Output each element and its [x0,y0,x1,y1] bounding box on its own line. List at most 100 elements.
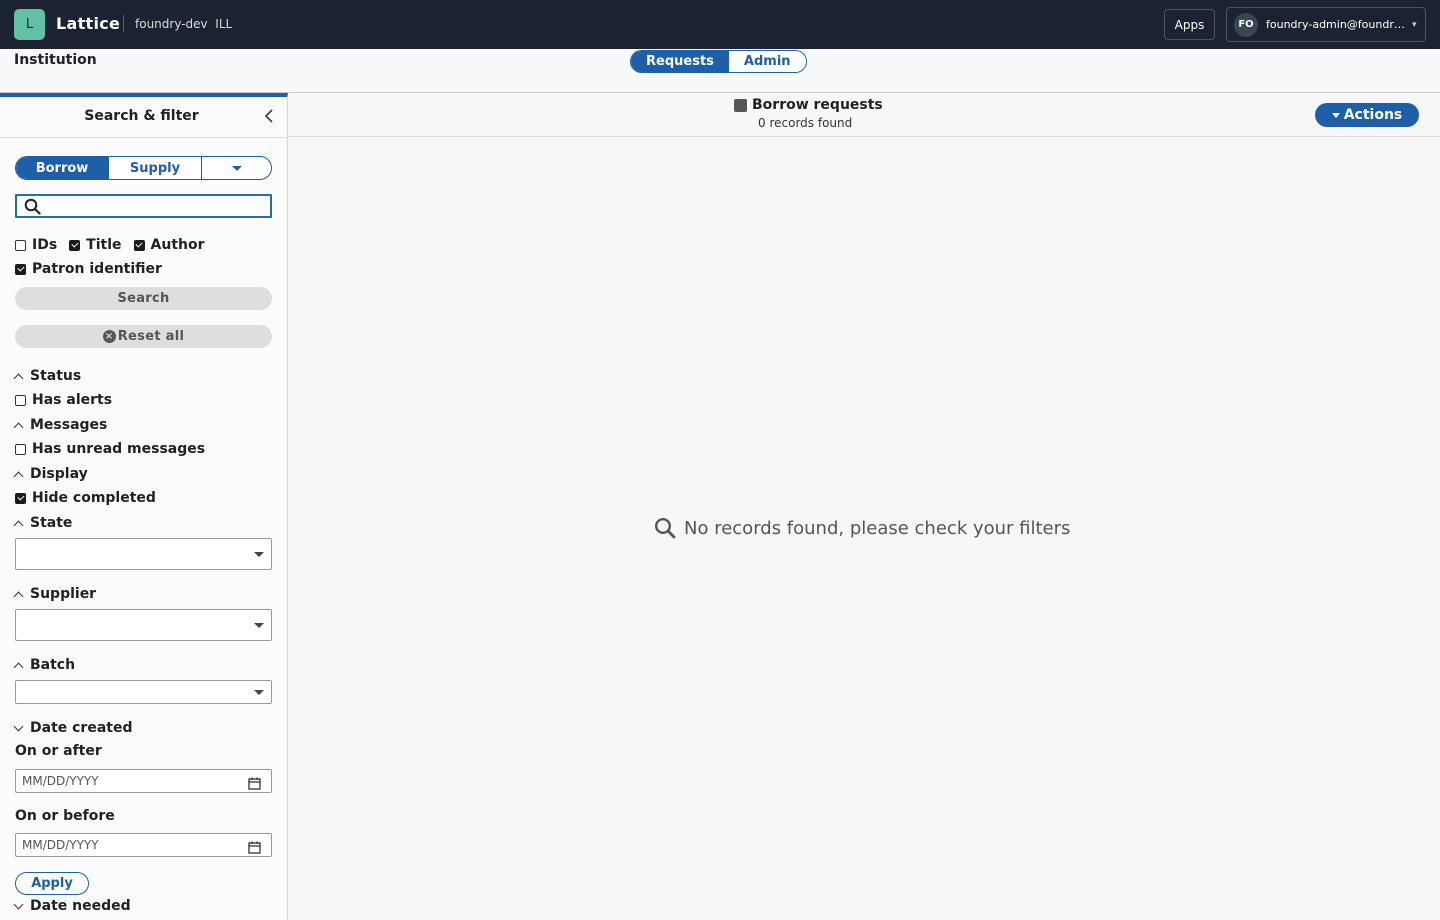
sidebar-title: Search & filter [84,108,199,124]
mode-toggle: Borrow Supply [15,156,272,180]
section-title: Date created [30,720,133,736]
divider [123,15,124,32]
section-title: Status [30,368,82,384]
reset-label: Reset all [117,329,185,344]
results-title-text: Borrow requests [752,97,883,113]
checkbox[interactable] [15,263,26,275]
checkbox-label: Hide completed [32,490,156,506]
requests-icon [734,98,747,112]
section-title: Supplier [30,586,97,602]
reset-all-button[interactable]: × Reset all [15,325,272,348]
section-title: Display [30,466,88,482]
section-title: Batch [30,657,76,673]
date-before-input[interactable]: MM/DD/YYYY [15,833,272,857]
checkbox-label: Patron identifier [32,261,162,277]
apply-button[interactable]: Apply [15,872,89,895]
search-field[interactable] [15,194,272,218]
tab-admin[interactable]: Admin [728,51,806,72]
chevron-down-icon [13,899,24,909]
date-placeholder: MM/DD/YYYY [22,774,99,788]
caret-down-icon: ▾ [1412,19,1417,30]
user-email: foundry-admin@foundry-l... [1266,18,1406,31]
checkbox-ids[interactable]: IDs [15,237,57,253]
calendar-icon[interactable] [248,775,261,794]
page-title: Institution [14,52,97,68]
results-title: Borrow requests [734,97,883,113]
checkbox-label: Author [150,237,205,253]
caret-down-icon [231,165,242,171]
user-menu-button[interactable]: FO foundry-admin@foundry-l... ▾ [1226,7,1426,42]
date-after-input[interactable]: MM/DD/YYYY [15,769,272,793]
results-count: 0 records found [758,116,853,130]
section-title: Messages [30,417,108,433]
checkbox-has-unread-messages[interactable]: Has unread messages [15,441,205,457]
caret-down-icon [254,690,264,695]
results-header: Borrow requests 0 records found Actions [288,93,1440,137]
filter-sidebar: Search & filter Borrow Supply IDs Title … [0,93,288,920]
checkbox[interactable] [15,443,26,455]
empty-state: No records found, please check your filt… [654,517,1070,539]
section-status-header[interactable]: Status [13,368,82,384]
actions-label: Actions [1343,107,1403,123]
checkbox[interactable] [15,492,26,504]
search-input[interactable] [47,197,267,215]
app-logo[interactable]: L [14,9,45,40]
tenant-label: foundry-dev ILL [135,17,233,31]
search-icon [654,517,676,539]
checkbox-label: Has unread messages [32,441,206,457]
section-title: Date needed [30,898,131,914]
chevron-down-icon [13,721,24,731]
search-fields-row: IDs Title Author [15,237,217,253]
caret-down-icon [1331,112,1340,118]
caret-down-icon [254,552,264,557]
chevron-up-icon [13,520,24,530]
checkbox-label: Has alerts [32,392,113,408]
section-date-created-header[interactable]: Date created [13,720,133,736]
mode-dropdown[interactable] [202,157,271,179]
date-placeholder: MM/DD/YYYY [22,838,99,852]
section-title: State [30,515,73,531]
supplier-select[interactable] [15,609,272,641]
caret-down-icon [254,623,264,628]
section-messages-header[interactable]: Messages [13,417,108,433]
chevron-up-icon [13,662,24,672]
tab-borrow[interactable]: Borrow [16,157,109,179]
search-button[interactable]: Search [15,287,272,310]
actions-button[interactable]: Actions [1315,103,1419,127]
chevron-left-icon[interactable] [264,109,274,127]
page-subheader: Institution Requests Admin [0,49,1440,93]
calendar-icon[interactable] [248,839,261,858]
date-after-label: On or after [15,743,102,759]
checkbox-label: IDs [32,237,58,253]
date-before-label: On or before [15,808,115,824]
checkbox-author[interactable]: Author [133,237,205,253]
results-pane: Borrow requests 0 records found Actions … [288,93,1440,920]
section-nav: Requests Admin [630,50,807,73]
checkbox-hide-completed[interactable]: Hide completed [15,490,156,506]
checkbox[interactable] [15,239,26,251]
section-date-needed-header[interactable]: Date needed [13,898,131,914]
checkbox-title[interactable]: Title [69,237,122,253]
checkbox[interactable] [69,239,81,251]
section-batch-header[interactable]: Batch [13,657,76,673]
checkbox[interactable] [15,394,26,406]
checkbox-patron-identifier[interactable]: Patron identifier [15,261,162,277]
chevron-up-icon [13,373,24,383]
checkbox-label: Title [86,237,122,253]
tab-supply[interactable]: Supply [109,157,202,179]
tab-requests[interactable]: Requests [631,51,729,72]
batch-select[interactable] [15,680,272,704]
state-select[interactable] [15,538,272,570]
apps-button[interactable]: Apps [1164,9,1215,40]
chevron-up-icon [13,591,24,601]
section-display-header[interactable]: Display [13,466,88,482]
close-circle-icon: × [102,330,116,343]
checkbox-has-alerts[interactable]: Has alerts [15,392,112,408]
section-supplier-header[interactable]: Supplier [13,586,97,602]
chevron-up-icon [13,422,24,432]
sidebar-header: Search & filter [0,97,287,138]
checkbox[interactable] [133,239,145,251]
section-state-header[interactable]: State [13,515,73,531]
avatar: FO [1234,12,1258,37]
empty-message: No records found, please check your filt… [684,517,1071,539]
